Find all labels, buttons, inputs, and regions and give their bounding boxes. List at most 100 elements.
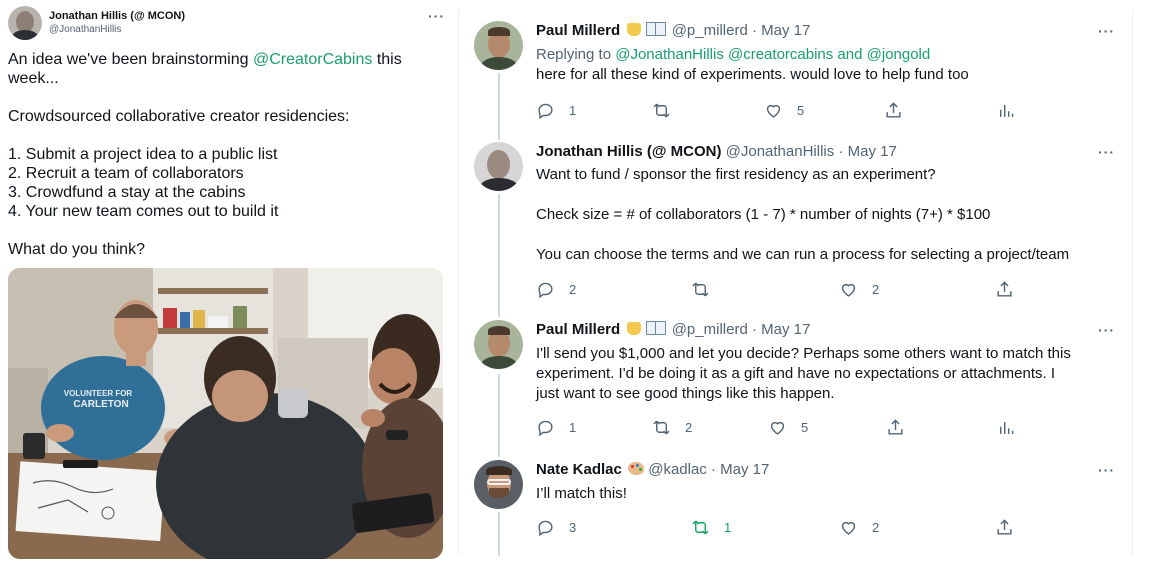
share-button[interactable]: [884, 99, 903, 121]
more-options-icon[interactable]: ···: [1098, 23, 1115, 39]
reply-count: 2: [569, 281, 577, 297]
tweet-text-line: this: [372, 51, 402, 68]
list-item: 1. Submit a project idea to a public lis…: [8, 146, 278, 163]
heart-icon: [770, 421, 785, 435]
book-emoji: [645, 321, 666, 335]
timestamp[interactable]: May 17: [761, 22, 810, 39]
share-button[interactable]: [995, 278, 1014, 300]
author-name[interactable]: Paul Millerd: [536, 22, 620, 39]
more-options-icon[interactable]: ···: [1098, 144, 1115, 160]
reply-text: experiment. I'd be doing it as a gift an…: [536, 365, 1056, 382]
more-options-icon[interactable]: ···: [1098, 462, 1115, 478]
reply-text: Want to fund / sponsor the first residen…: [536, 166, 936, 183]
reply-count: 1: [569, 102, 577, 118]
heart-icon: [841, 521, 856, 535]
author-handle[interactable]: @JonathanHillis: [49, 24, 121, 35]
like-button[interactable]: 5: [768, 416, 808, 438]
analytics-button[interactable]: [996, 99, 1015, 121]
author-avatar[interactable]: [8, 6, 42, 40]
retweet-button[interactable]: 2: [652, 416, 692, 438]
reply-header: Paul Millerd @p_millerd · May 17: [536, 321, 810, 338]
timestamp[interactable]: May 17: [761, 321, 810, 338]
author-handle[interactable]: @p_millerd: [672, 22, 748, 39]
replying-to-label: Replying to: [536, 46, 616, 63]
retweet-button[interactable]: 1: [691, 516, 731, 538]
author-name[interactable]: Jonathan Hillis (@ MCON): [536, 143, 721, 160]
reply-tweet[interactable]: Jonathan Hillis (@ MCON) @JonathanHillis…: [474, 142, 1122, 312]
retweet-button[interactable]: [691, 278, 724, 300]
action-bar: 3 1 2: [536, 516, 1056, 538]
heart-icon: [766, 104, 781, 118]
reply-tweet[interactable]: Nate Kadlac @kadlac · May 17 ··· I’ll ma…: [474, 460, 1122, 550]
share-button[interactable]: [995, 516, 1014, 538]
more-options-icon[interactable]: ···: [428, 8, 445, 24]
reply-tweet[interactable]: Paul Millerd @p_millerd · May 17 ··· Rep…: [474, 21, 1122, 131]
retweet-count: 1: [724, 519, 732, 535]
retweet-icon: [692, 520, 709, 534]
timestamp[interactable]: May 17: [848, 143, 897, 160]
analytics-icon: [1000, 104, 1014, 117]
more-options-icon[interactable]: ···: [1098, 322, 1115, 338]
shirt-text: VOLUNTEER FOR: [64, 389, 133, 398]
reply-text: I’ll match this!: [536, 485, 627, 502]
like-button[interactable]: 2: [839, 278, 879, 300]
writing-hand-emoji: [627, 322, 642, 335]
tweet-header: Jonathan Hillis (@ MCON) @JonathanHillis…: [8, 6, 444, 42]
reply-icon: [538, 282, 553, 298]
replying-to-mentions[interactable]: @JonathanHillis @creatorcabins and @jong…: [615, 46, 930, 63]
separator: ·: [710, 461, 721, 478]
reply-text: Check size = # of collaborators (1 - 7) …: [536, 206, 991, 223]
list-item: 2. Recruit a team of collaborators: [8, 165, 244, 182]
author-name[interactable]: Paul Millerd: [536, 321, 620, 338]
reply-text: here for all these kind of experiments. …: [536, 66, 969, 83]
retweet-icon: [653, 103, 670, 117]
like-count: 5: [801, 419, 809, 435]
action-bar: 2 2: [536, 278, 1056, 300]
reply-count: 3: [569, 519, 577, 535]
analytics-button[interactable]: [996, 416, 1015, 438]
action-bar: 1 5: [536, 99, 1056, 121]
like-count: 2: [872, 519, 880, 535]
reply-button[interactable]: 2: [536, 278, 576, 300]
author-avatar[interactable]: [474, 320, 523, 369]
reply-body: I’ll match this!: [536, 484, 1116, 504]
share-button[interactable]: [886, 416, 905, 438]
reply-button[interactable]: 3: [536, 516, 576, 538]
author-name[interactable]: Nate Kadlac: [536, 461, 622, 478]
reply-icon: [538, 520, 553, 536]
column-border: [1132, 10, 1133, 556]
retweet-button[interactable]: [652, 99, 685, 121]
reply-text: You can choose the terms and we can run …: [536, 246, 1070, 263]
mention-link[interactable]: @CreatorCabins: [253, 51, 372, 68]
reply-body: I'll send you $1,000 and let you decide?…: [536, 344, 1116, 404]
list-item: 4. Your new team comes out to build it: [8, 203, 279, 220]
author-handle[interactable]: @kadlac: [648, 461, 707, 478]
reply-button[interactable]: 1: [536, 416, 576, 438]
like-button[interactable]: 2: [839, 516, 879, 538]
separator: ·: [838, 143, 848, 160]
author-handle[interactable]: @p_millerd: [672, 321, 748, 338]
like-button[interactable]: 5: [764, 99, 804, 121]
reply-count: 1: [569, 419, 577, 435]
reply-button[interactable]: 1: [536, 99, 576, 121]
timestamp[interactable]: May 17: [720, 461, 769, 478]
reply-icon: [538, 420, 553, 436]
author-avatar[interactable]: [474, 460, 523, 509]
column-divider: [458, 10, 459, 556]
reply-header: Nate Kadlac @kadlac · May 17: [536, 461, 769, 478]
reply-text: I'll send you $1,000 and let you decide?…: [536, 345, 1071, 362]
heart-icon: [841, 283, 856, 297]
author-handle[interactable]: @JonathanHillis: [726, 143, 835, 160]
author-avatar[interactable]: [474, 21, 523, 70]
reply-header: Jonathan Hillis (@ MCON) @JonathanHillis…: [536, 143, 897, 160]
author-name[interactable]: Jonathan Hillis (@ MCON): [49, 10, 185, 22]
tweet-text-line: An idea we've been brainstorming: [8, 51, 253, 68]
share-icon: [886, 101, 901, 118]
retweet-icon: [653, 420, 670, 434]
author-avatar[interactable]: [474, 142, 523, 191]
separator: ·: [751, 22, 762, 39]
reply-tweet[interactable]: Paul Millerd @p_millerd · May 17 ··· I'l…: [474, 320, 1122, 450]
original-tweet: Jonathan Hillis (@ MCON) @JonathanHillis…: [0, 0, 450, 567]
tweet-photo[interactable]: VOLUNTEER FOR CARLETON: [8, 268, 443, 559]
list-item: 3. Crowdfund a stay at the cabins: [8, 184, 246, 201]
